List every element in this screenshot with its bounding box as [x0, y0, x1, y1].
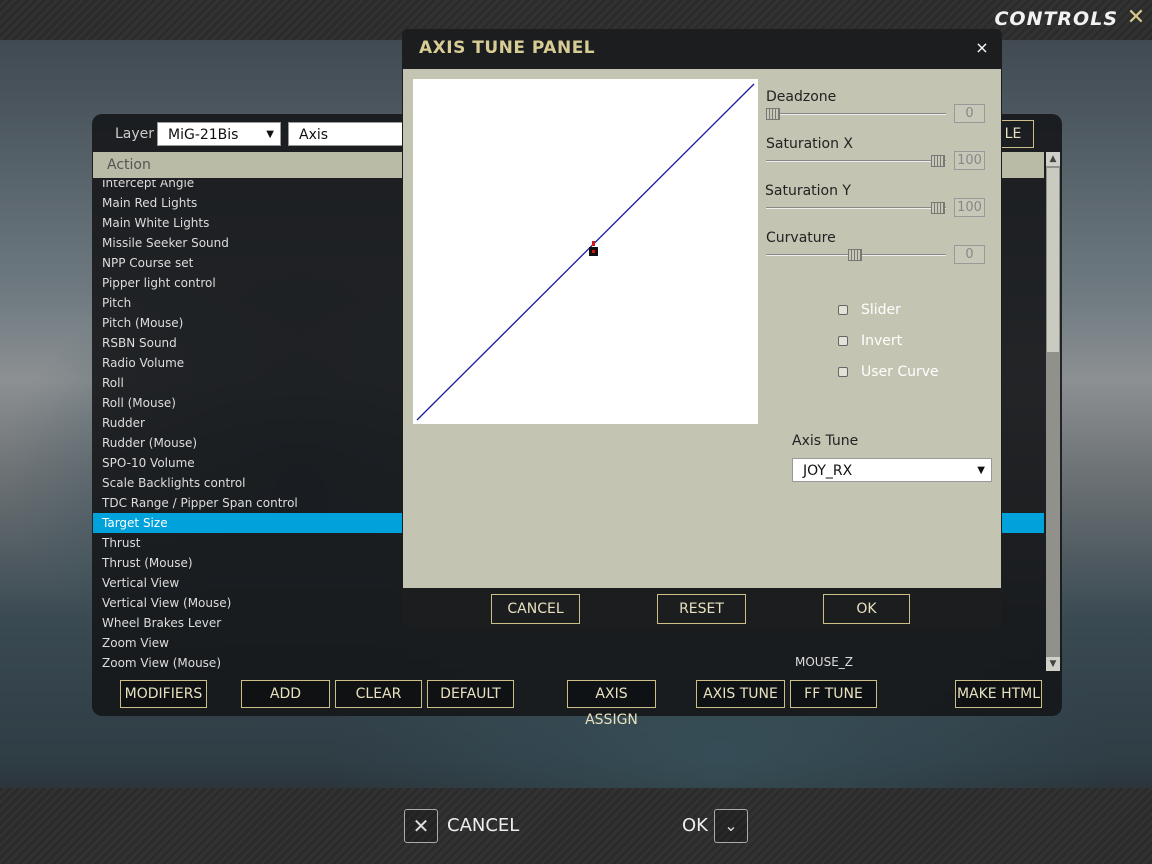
binding-cell[interactable]: MOUSE_Z: [795, 655, 853, 669]
footer-ok-button[interactable]: OK: [682, 815, 708, 836]
scrollbar[interactable]: ▲ ▼: [1046, 152, 1060, 671]
scroll-up-icon[interactable]: ▲: [1046, 152, 1060, 166]
response-curve: [416, 83, 755, 421]
chevron-down-icon: ▼: [977, 465, 985, 476]
saturation-x-label: Saturation X: [766, 136, 854, 152]
slider-checkbox-label[interactable]: Slider: [861, 302, 901, 318]
bottom-bar: [0, 788, 1152, 864]
deadzone-slider-thumb[interactable]: [766, 108, 780, 120]
cancel-icon[interactable]: ✕: [404, 809, 438, 843]
ff-tune-button[interactable]: FF TUNE: [790, 680, 877, 708]
deadzone-label: Deadzone: [766, 89, 837, 105]
deadzone-value[interactable]: 0: [954, 104, 985, 123]
curvature-slider-thumb[interactable]: [848, 249, 862, 261]
curve-line: [416, 83, 755, 421]
axis-tune-label: Axis Tune: [792, 433, 859, 449]
layer-select[interactable]: MiG-21Bis ▼: [157, 122, 281, 146]
saturation-y-value[interactable]: 100: [954, 198, 985, 217]
footer-cancel-button[interactable]: CANCEL: [447, 815, 519, 836]
axis-position-dot: [592, 250, 595, 253]
layer-select-value: MiG-21Bis: [168, 127, 239, 143]
saturation-y-label: Saturation Y: [765, 183, 851, 199]
layer-label: Layer: [115, 126, 155, 142]
category-select-value: Axis Commands: [299, 127, 329, 143]
response-curve-graph: [413, 79, 758, 424]
curvature-label: Curvature: [766, 230, 836, 246]
scroll-down-icon[interactable]: ▼: [1046, 657, 1060, 671]
saturation-y-slider-thumb[interactable]: [931, 202, 945, 214]
saturation-y-slider[interactable]: [766, 207, 946, 209]
chevron-down-icon: ▼: [266, 129, 274, 140]
category-select[interactable]: Axis Commands: [288, 122, 408, 146]
axis-position-tip: [592, 241, 595, 246]
invert-checkbox[interactable]: [838, 336, 848, 346]
axis-tune-select-value: JOY_RX: [803, 463, 853, 479]
saturation-x-slider[interactable]: [766, 160, 946, 162]
slider-checkbox[interactable]: [838, 305, 848, 315]
axis-assign-button[interactable]: AXIS ASSIGN: [567, 680, 656, 728]
default-button[interactable]: DEFAULT: [427, 680, 514, 708]
clear-button[interactable]: CLEAR: [335, 680, 422, 708]
dialog-cancel-button[interactable]: CANCEL: [491, 594, 580, 624]
dialog-ok-button[interactable]: OK: [823, 594, 910, 624]
deadzone-slider[interactable]: [766, 113, 946, 115]
user-curve-checkbox[interactable]: [838, 367, 848, 377]
ok-icon[interactable]: ⌄: [714, 809, 748, 843]
saturation-x-slider-thumb[interactable]: [931, 155, 945, 167]
curvature-value[interactable]: 0: [954, 245, 985, 264]
add-button[interactable]: ADD: [241, 680, 330, 708]
list-item[interactable]: Zoom View: [93, 633, 1044, 653]
modifiers-button[interactable]: MODIFIERS: [120, 680, 207, 708]
axis-tune-select[interactable]: JOY_RX ▼: [792, 458, 992, 482]
close-icon[interactable]: ✕: [1124, 6, 1148, 30]
close-icon[interactable]: ×: [972, 38, 992, 58]
make-html-button[interactable]: MAKE HTML: [955, 680, 1042, 708]
user-curve-checkbox-label[interactable]: User Curve: [861, 364, 939, 380]
dialog-reset-button[interactable]: RESET: [657, 594, 746, 624]
dialog-title: AXIS TUNE PANEL: [419, 38, 596, 58]
axis-tune-button[interactable]: AXIS TUNE: [696, 680, 785, 708]
list-item[interactable]: Zoom View (Mouse): [93, 653, 1044, 672]
scrollbar-thumb[interactable]: [1047, 168, 1059, 352]
invert-checkbox-label[interactable]: Invert: [861, 333, 902, 349]
page-title: CONTROLS: [994, 8, 1118, 30]
saturation-x-value[interactable]: 100: [954, 151, 985, 170]
